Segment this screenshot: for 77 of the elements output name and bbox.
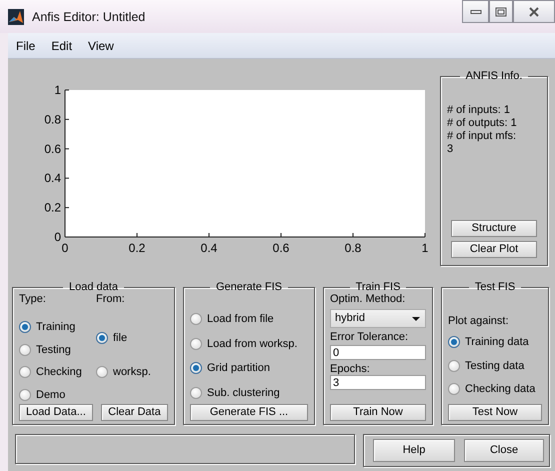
tick-label: 0.8: [44, 112, 61, 126]
panel-title: Train FIS: [354, 282, 402, 293]
radio-label[interactable]: Checking: [36, 364, 82, 380]
info-text: 3: [447, 143, 454, 156]
radio-button[interactable]: [19, 366, 31, 378]
caret-icon: [412, 316, 420, 320]
menu-item[interactable]: View: [80, 36, 122, 54]
clear-data-button[interactable]: Clear Data: [100, 404, 168, 421]
radio-button[interactable]: [19, 344, 31, 356]
radio-label[interactable]: Training data: [465, 334, 529, 350]
maximize-icon: [495, 6, 507, 16]
field-label: Plot against:: [448, 315, 510, 327]
train-now-button[interactable]: Train Now: [330, 404, 426, 421]
tick-label: 0: [62, 241, 68, 255]
action-button[interactable]: Clear Plot: [451, 241, 537, 258]
field-label: Optim. Method:: [330, 293, 406, 305]
tick-label: 0.2: [44, 200, 61, 215]
tick-label: 1: [422, 241, 428, 255]
radio-button[interactable]: [190, 362, 202, 374]
radio-label[interactable]: Checking data: [465, 381, 536, 398]
close-button[interactable]: Close: [464, 439, 544, 462]
tick-label: 0.4: [200, 241, 218, 255]
radio-button[interactable]: [96, 366, 108, 378]
radio-button[interactable]: [19, 321, 31, 334]
maximize-button[interactable]: [489, 0, 513, 23]
radio-label[interactable]: file: [113, 330, 128, 346]
window-title: Anfis Editor: Untitled: [32, 9, 146, 26]
tick-label: 0.8: [344, 241, 362, 255]
field-label: Epochs:: [330, 363, 371, 375]
info-text: # of inputs: 1: [447, 104, 511, 117]
radio-label[interactable]: Testing: [36, 342, 71, 358]
field-label: From:: [96, 293, 126, 305]
field-label: Error Tolerance:: [330, 331, 410, 343]
radio-button[interactable]: [96, 332, 108, 344]
help-button[interactable]: Help: [373, 439, 455, 462]
radio-button[interactable]: [19, 388, 31, 401]
minimize-button[interactable]: [462, 0, 489, 23]
radio-button[interactable]: [190, 386, 202, 399]
menu-item[interactable]: Edit: [43, 36, 80, 54]
radio-button[interactable]: [448, 336, 460, 348]
panel-title: Test FIS: [474, 282, 516, 293]
tick-label: 0.6: [272, 241, 290, 255]
tick-label: 1: [54, 83, 61, 97]
menu-item[interactable]: File: [8, 36, 44, 54]
panel-title: ANFIS Info.: [464, 71, 524, 82]
load-data-button[interactable]: Load Data...: [19, 404, 93, 421]
radio-label[interactable]: Demo: [36, 386, 66, 403]
panel-title: Generate FIS: [214, 282, 284, 293]
close-icon: [528, 6, 540, 16]
radio-label[interactable]: Sub. clustering: [207, 384, 280, 401]
radio-button[interactable]: [448, 383, 460, 396]
panel-title: Load data: [68, 282, 119, 293]
info-text: # of input mfs:: [447, 130, 518, 143]
minimize-icon: [470, 10, 482, 14]
radio-button[interactable]: [190, 338, 202, 350]
tolerance-field[interactable]: 0: [330, 345, 426, 360]
radio-label[interactable]: Load from worksp.: [207, 336, 298, 352]
tick-label: 0.2: [128, 241, 146, 255]
action-button[interactable]: Structure: [451, 220, 537, 237]
radio-label[interactable]: Training: [36, 319, 76, 336]
epochs-field[interactable]: 3: [330, 375, 426, 390]
radio-label[interactable]: Testing data: [465, 358, 524, 374]
radio-label[interactable]: Grid partition: [207, 360, 270, 376]
generate-fis-button[interactable]: Generate FIS ...: [190, 404, 308, 421]
radio-label[interactable]: worksp.: [113, 364, 151, 380]
tick-label: 0.6: [44, 142, 61, 156]
field-label: Type:: [19, 293, 47, 305]
app-icon: [8, 9, 24, 26]
tick-label: 0.4: [44, 171, 61, 186]
radio-button[interactable]: [190, 313, 202, 326]
tick-label: 0: [54, 230, 61, 244]
window-close-button[interactable]: [513, 0, 555, 23]
radio-button[interactable]: [448, 360, 460, 372]
radio-label[interactable]: Load from file: [207, 311, 274, 328]
info-text: # of outputs: 1: [447, 117, 518, 130]
test-now-button[interactable]: Test Now: [448, 404, 542, 421]
method-dropdown[interactable]: hybrid: [330, 309, 426, 328]
